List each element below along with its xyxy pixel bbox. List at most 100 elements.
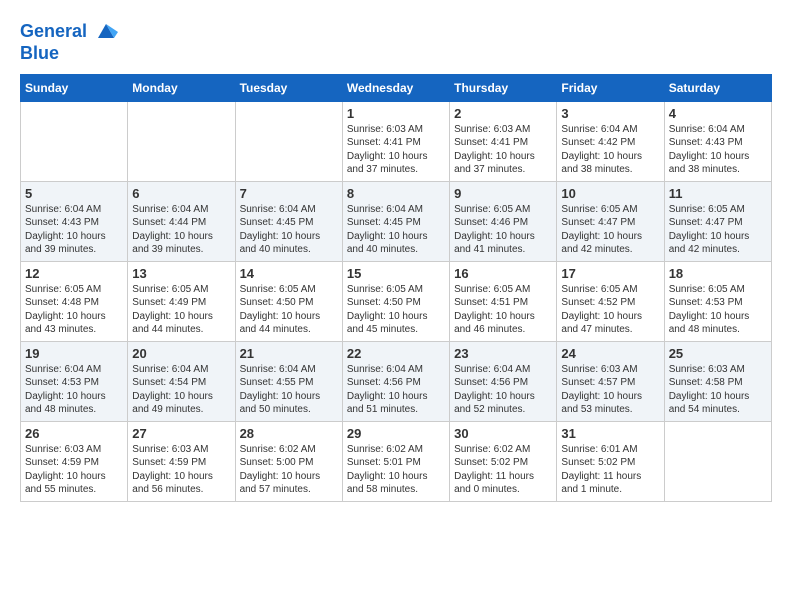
day-info: Sunrise: 6:04 AM Sunset: 4:45 PM Dayligh… [240,203,338,257]
day-info: Sunrise: 6:03 AM Sunset: 4:41 PM Dayligh… [454,123,552,177]
day-number: 6 [132,186,230,201]
logo-general: General [20,21,87,41]
calendar-cell: 19 Sunrise: 6:04 AM Sunset: 4:53 PM Dayli… [21,341,128,421]
day-number: 22 [347,346,445,361]
day-number: 10 [561,186,659,201]
day-info: Sunrise: 6:03 AM Sunset: 4:59 PM Dayligh… [132,443,230,497]
day-info: Sunrise: 6:05 AM Sunset: 4:50 PM Dayligh… [240,283,338,337]
calendar-cell: 9Sunrise: 6:05 AM Sunset: 4:46 PM Daylig… [450,181,557,261]
day-info: Sunrise: 6:03 AM Sunset: 4:58 PM Dayligh… [669,363,767,417]
day-header-saturday: Saturday [664,74,771,101]
day-number: 21 [240,346,338,361]
calendar-cell: 15 Sunrise: 6:05 AM Sunset: 4:50 PM Dayli… [342,261,449,341]
day-info: Sunrise: 6:05 AM Sunset: 4:51 PM Dayligh… [454,283,552,337]
calendar-cell: 31 Sunrise: 6:01 AM Sunset: 5:02 PM Dayli… [557,421,664,501]
day-info: Sunrise: 6:05 AM Sunset: 4:47 PM Dayligh… [561,203,659,257]
calendar-week-row: 19 Sunrise: 6:04 AM Sunset: 4:53 PM Dayli… [21,341,772,421]
day-number: 26 [25,426,123,441]
calendar-cell: 29Sunrise: 6:02 AM Sunset: 5:01 PM Dayli… [342,421,449,501]
day-number: 31 [561,426,659,441]
day-number: 30 [454,426,552,441]
day-info: Sunrise: 6:04 AM Sunset: 4:55 PM Dayligh… [240,363,338,417]
calendar-cell: 22 Sunrise: 6:04 AM Sunset: 4:56 PM Dayli… [342,341,449,421]
day-number: 7 [240,186,338,201]
calendar-cell: 14 Sunrise: 6:05 AM Sunset: 4:50 PM Dayli… [235,261,342,341]
day-number: 5 [25,186,123,201]
calendar-cell: 11Sunrise: 6:05 AM Sunset: 4:47 PM Dayli… [664,181,771,261]
day-header-friday: Friday [557,74,664,101]
calendar-cell: 7 Sunrise: 6:04 AM Sunset: 4:45 PM Daylig… [235,181,342,261]
day-info: Sunrise: 6:04 AM Sunset: 4:56 PM Dayligh… [347,363,445,417]
page-header: General Blue [20,20,772,64]
calendar-cell: 24 Sunrise: 6:03 AM Sunset: 4:57 PM Dayli… [557,341,664,421]
calendar-week-row: 26 Sunrise: 6:03 AM Sunset: 4:59 PM Dayli… [21,421,772,501]
day-number: 28 [240,426,338,441]
day-info: Sunrise: 6:04 AM Sunset: 4:45 PM Dayligh… [347,203,445,257]
logo-icon [94,20,118,44]
calendar-cell: 18 Sunrise: 6:05 AM Sunset: 4:53 PM Dayli… [664,261,771,341]
calendar-cell: 27 Sunrise: 6:03 AM Sunset: 4:59 PM Dayli… [128,421,235,501]
calendar-cell: 17Sunrise: 6:05 AM Sunset: 4:52 PM Dayli… [557,261,664,341]
day-info: Sunrise: 6:05 AM Sunset: 4:48 PM Dayligh… [25,283,123,337]
day-info: Sunrise: 6:04 AM Sunset: 4:54 PM Dayligh… [132,363,230,417]
day-info: Sunrise: 6:03 AM Sunset: 4:41 PM Dayligh… [347,123,445,177]
calendar-cell: 1 Sunrise: 6:03 AM Sunset: 4:41 PM Daylig… [342,101,449,181]
day-info: Sunrise: 6:05 AM Sunset: 4:46 PM Dayligh… [454,203,552,257]
calendar-cell: 26 Sunrise: 6:03 AM Sunset: 4:59 PM Dayli… [21,421,128,501]
calendar-cell: 16 Sunrise: 6:05 AM Sunset: 4:51 PM Dayli… [450,261,557,341]
day-number: 17 [561,266,659,281]
calendar-cell [21,101,128,181]
day-number: 3 [561,106,659,121]
day-number: 16 [454,266,552,281]
day-info: Sunrise: 6:02 AM Sunset: 5:00 PM Dayligh… [240,443,338,497]
day-info: Sunrise: 6:03 AM Sunset: 4:59 PM Dayligh… [25,443,123,497]
day-info: Sunrise: 6:04 AM Sunset: 4:43 PM Dayligh… [25,203,123,257]
calendar-cell: 6 Sunrise: 6:04 AM Sunset: 4:44 PM Daylig… [128,181,235,261]
calendar-cell: 21 Sunrise: 6:04 AM Sunset: 4:55 PM Dayli… [235,341,342,421]
calendar-table: SundayMondayTuesdayWednesdayThursdayFrid… [20,74,772,502]
day-info: Sunrise: 6:02 AM Sunset: 5:02 PM Dayligh… [454,443,552,497]
day-info: Sunrise: 6:05 AM Sunset: 4:47 PM Dayligh… [669,203,767,257]
calendar-week-row: 1 Sunrise: 6:03 AM Sunset: 4:41 PM Daylig… [21,101,772,181]
day-number: 19 [25,346,123,361]
calendar-cell: 10 Sunrise: 6:05 AM Sunset: 4:47 PM Dayli… [557,181,664,261]
calendar-cell: 28 Sunrise: 6:02 AM Sunset: 5:00 PM Dayli… [235,421,342,501]
calendar-cell [128,101,235,181]
day-info: Sunrise: 6:05 AM Sunset: 4:49 PM Dayligh… [132,283,230,337]
day-number: 24 [561,346,659,361]
logo: General Blue [20,20,118,64]
calendar-header-row: SundayMondayTuesdayWednesdayThursdayFrid… [21,74,772,101]
day-info: Sunrise: 6:01 AM Sunset: 5:02 PM Dayligh… [561,443,659,497]
calendar-week-row: 5 Sunrise: 6:04 AM Sunset: 4:43 PM Daylig… [21,181,772,261]
day-info: Sunrise: 6:04 AM Sunset: 4:56 PM Dayligh… [454,363,552,417]
calendar-cell: 3 Sunrise: 6:04 AM Sunset: 4:42 PM Daylig… [557,101,664,181]
calendar-week-row: 12 Sunrise: 6:05 AM Sunset: 4:48 PM Dayli… [21,261,772,341]
calendar-cell: 23Sunrise: 6:04 AM Sunset: 4:56 PM Dayli… [450,341,557,421]
day-info: Sunrise: 6:04 AM Sunset: 4:42 PM Dayligh… [561,123,659,177]
day-info: Sunrise: 6:04 AM Sunset: 4:53 PM Dayligh… [25,363,123,417]
day-number: 29 [347,426,445,441]
day-number: 2 [454,106,552,121]
day-info: Sunrise: 6:05 AM Sunset: 4:53 PM Dayligh… [669,283,767,337]
day-header-monday: Monday [128,74,235,101]
logo-text: General [20,20,118,44]
day-number: 27 [132,426,230,441]
calendar-cell [664,421,771,501]
day-header-thursday: Thursday [450,74,557,101]
calendar-cell: 2 Sunrise: 6:03 AM Sunset: 4:41 PM Daylig… [450,101,557,181]
day-number: 4 [669,106,767,121]
calendar-cell: 8 Sunrise: 6:04 AM Sunset: 4:45 PM Daylig… [342,181,449,261]
logo-blue: Blue [20,44,118,64]
calendar-cell: 20Sunrise: 6:04 AM Sunset: 4:54 PM Dayli… [128,341,235,421]
day-number: 18 [669,266,767,281]
calendar-cell: 25Sunrise: 6:03 AM Sunset: 4:58 PM Dayli… [664,341,771,421]
day-info: Sunrise: 6:04 AM Sunset: 4:44 PM Dayligh… [132,203,230,257]
day-number: 1 [347,106,445,121]
day-number: 12 [25,266,123,281]
day-number: 8 [347,186,445,201]
day-number: 14 [240,266,338,281]
day-header-sunday: Sunday [21,74,128,101]
day-info: Sunrise: 6:05 AM Sunset: 4:50 PM Dayligh… [347,283,445,337]
day-info: Sunrise: 6:03 AM Sunset: 4:57 PM Dayligh… [561,363,659,417]
day-number: 15 [347,266,445,281]
